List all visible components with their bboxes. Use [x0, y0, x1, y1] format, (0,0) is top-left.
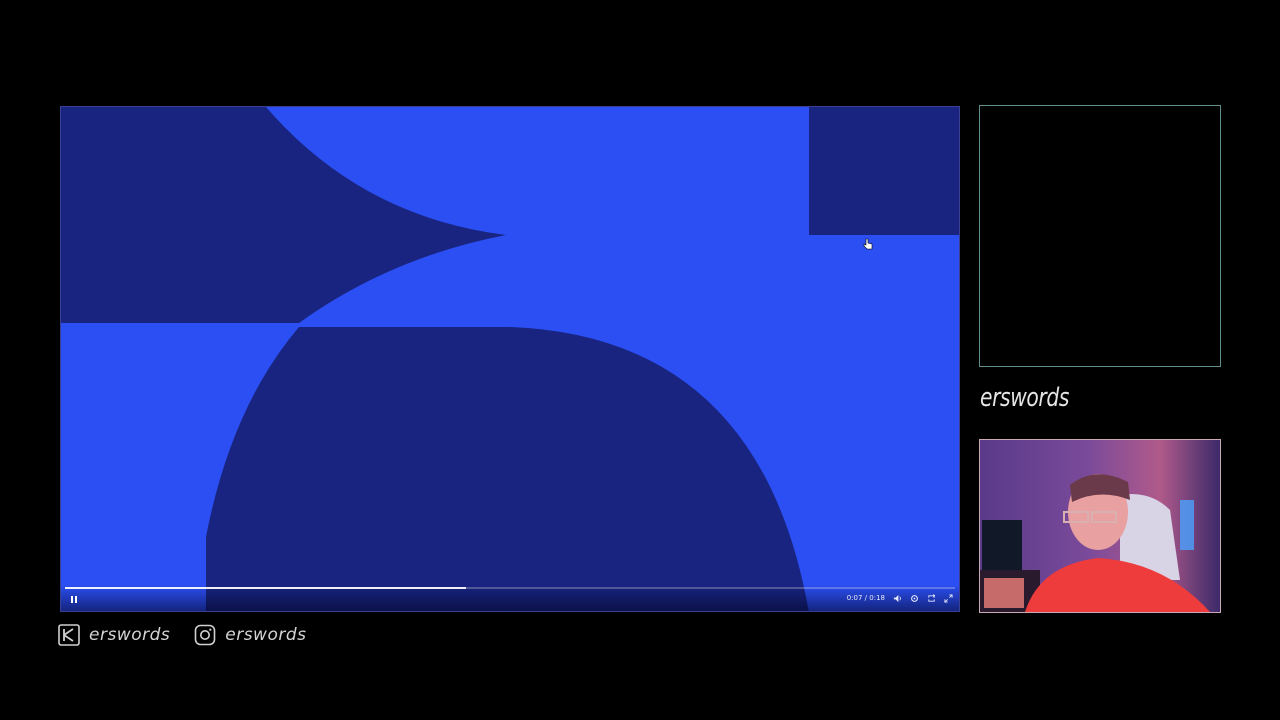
instagram-icon — [194, 624, 216, 646]
time-total: 0:18 — [869, 594, 885, 602]
pause-icon[interactable] — [69, 595, 79, 605]
instagram-handle: erswords — [225, 625, 307, 645]
stream-layout: 0:07 / 0:18 erswords erswords erswords — [0, 0, 1280, 720]
time-display: 0:07 / 0:18 — [847, 594, 885, 602]
progress-played — [65, 587, 466, 589]
player-controls: 0:07 / 0:18 — [61, 585, 959, 611]
time-separator: / — [864, 594, 868, 602]
volume-icon[interactable] — [892, 593, 902, 603]
kick-icon — [58, 624, 80, 646]
controls-right: 0:07 / 0:18 — [847, 593, 953, 603]
webcam-feed — [979, 439, 1221, 613]
social-links: erswords erswords — [58, 624, 307, 646]
time-current: 0:07 — [846, 594, 863, 602]
chat-panel — [979, 105, 1221, 367]
channel-name: erswords — [980, 383, 1070, 413]
fullscreen-icon[interactable] — [943, 593, 953, 603]
instagram-link[interactable]: erswords — [194, 624, 306, 646]
loop-icon[interactable] — [926, 593, 936, 603]
video-player[interactable]: 0:07 / 0:18 — [60, 106, 960, 612]
webcam-image — [980, 440, 1220, 612]
progress-bar[interactable] — [65, 587, 955, 589]
pointer-cursor-icon — [863, 238, 873, 250]
kick-handle: erswords — [89, 625, 171, 645]
settings-icon[interactable] — [909, 593, 919, 603]
kick-link[interactable]: erswords — [58, 624, 170, 646]
video-frame — [61, 107, 959, 611]
